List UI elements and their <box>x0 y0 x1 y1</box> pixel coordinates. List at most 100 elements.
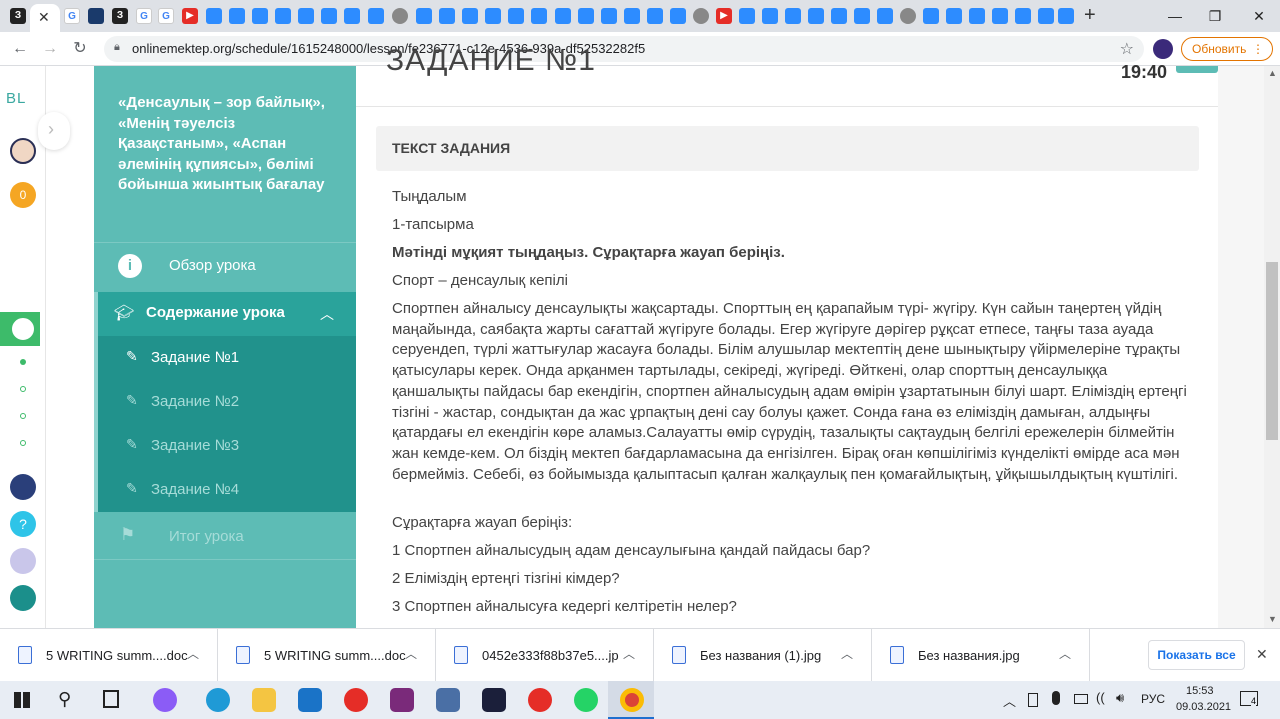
restore-icon[interactable]: ❐ <box>1200 4 1230 28</box>
zoom-tab-icon[interactable] <box>462 8 478 24</box>
task-item[interactable]: ✎ Задание №4 <box>94 468 356 512</box>
microphone-icon[interactable] <box>1052 691 1060 705</box>
clock-time[interactable]: 15:53 <box>1186 685 1214 697</box>
zoom-tab-icon[interactable] <box>252 8 268 24</box>
task-view-icon[interactable] <box>103 690 119 708</box>
zoom-tab-icon[interactable] <box>1058 8 1074 24</box>
battery-icon[interactable] <box>1074 694 1088 704</box>
zoom-tab-icon[interactable] <box>831 8 847 24</box>
close-downloads-icon[interactable]: ✕ <box>1256 646 1268 663</box>
smart-nation-icon[interactable] <box>10 474 36 500</box>
profile-avatar[interactable] <box>1153 39 1173 59</box>
yandex-icon[interactable] <box>344 688 368 712</box>
task-item[interactable]: ✎ Задание №2 <box>94 380 356 424</box>
google-tab-icon[interactable]: G <box>158 8 174 24</box>
zoom-tab-icon[interactable] <box>1015 8 1031 24</box>
zoom-tab-icon[interactable] <box>416 8 432 24</box>
tray-icon[interactable] <box>1028 693 1038 707</box>
zoom-tab-icon[interactable] <box>508 8 524 24</box>
close-icon[interactable]: ✕ <box>38 9 50 26</box>
download-item[interactable]: Без названия (1).jpg ︿ <box>654 629 872 682</box>
step-dot[interactable] <box>20 440 26 446</box>
new-tab-button[interactable]: + <box>1084 4 1096 27</box>
show-all-button[interactable]: Показать все <box>1148 640 1245 670</box>
volume-icon[interactable]: 🔊︎ <box>1116 690 1124 706</box>
url-omnibox[interactable]: 🔒︎ onlinemektep.org/schedule/1615248000/… <box>104 36 1144 62</box>
zoom-tab-icon[interactable] <box>992 8 1008 24</box>
download-item[interactable]: 0452e333f88b37e5....jp ︿ <box>436 629 654 682</box>
task-item[interactable]: ✎ Задание №1 <box>94 336 356 380</box>
zoom-tab-icon[interactable] <box>762 8 778 24</box>
overview-item[interactable]: i Обзор урока <box>94 242 356 290</box>
youtube-tab-icon[interactable]: ▶ <box>716 8 732 24</box>
chevron-up-icon[interactable]: ︿ <box>623 645 635 662</box>
youtube-tab-icon[interactable]: ▶ <box>182 8 198 24</box>
globe-tab-icon[interactable] <box>693 8 709 24</box>
download-item[interactable]: 5 WRITING summ....doc ︿ <box>218 629 436 682</box>
zoom-tab-icon[interactable] <box>298 8 314 24</box>
zoom-tab-icon[interactable] <box>785 8 801 24</box>
zoom-tab-icon[interactable] <box>808 8 824 24</box>
chevron-up-icon[interactable]: ︿ <box>405 645 417 662</box>
mail-icon[interactable] <box>298 688 322 712</box>
edge-icon[interactable] <box>206 688 230 712</box>
zoom-tab-icon[interactable] <box>485 8 501 24</box>
zoom-tab-icon[interactable] <box>229 8 245 24</box>
minimize-icon[interactable]: — <box>1160 4 1190 28</box>
zoom-tab-icon[interactable] <box>531 8 547 24</box>
window-close-icon[interactable]: ✕ <box>1244 4 1274 28</box>
language-indicator[interactable]: РУС <box>1141 692 1165 706</box>
back-icon[interactable]: ← <box>8 38 32 60</box>
windows-start-icon[interactable] <box>14 692 30 708</box>
tab-favicon[interactable] <box>88 8 104 24</box>
clock-date[interactable]: 09.03.2021 <box>1176 701 1231 713</box>
zoom-tab-icon[interactable] <box>578 8 594 24</box>
zoom-tab-icon[interactable] <box>321 8 337 24</box>
winrar-icon[interactable] <box>390 688 414 712</box>
search-icon[interactable]: ⚲ <box>58 689 71 710</box>
tray-chevron-icon[interactable]: ︿ <box>1003 691 1016 710</box>
google-tab-icon[interactable]: G <box>136 8 152 24</box>
chevron-up-icon[interactable]: ︿ <box>1059 645 1071 662</box>
zoom-tab-icon[interactable] <box>739 8 755 24</box>
zoom-tab-icon[interactable] <box>647 8 663 24</box>
avatar[interactable] <box>10 138 36 164</box>
zoom-tab-icon[interactable] <box>344 8 360 24</box>
google-tab-icon[interactable]: G <box>64 8 80 24</box>
scroll-down-icon[interactable]: ▼ <box>1268 614 1277 624</box>
zoom-tab-icon[interactable] <box>946 8 962 24</box>
step-dot[interactable] <box>20 413 26 419</box>
notification-icon[interactable]: 4 <box>1240 691 1258 706</box>
scroll-up-icon[interactable]: ▲ <box>1268 68 1277 78</box>
zoom-tab-icon[interactable] <box>275 8 291 24</box>
summary-item[interactable]: ⚑ Итог урока <box>94 514 356 560</box>
zoom-tab-icon[interactable] <box>206 8 222 24</box>
folder-icon[interactable] <box>252 688 276 712</box>
zoom-tab-icon[interactable] <box>555 8 571 24</box>
content-section-header[interactable]: 🎓︎ Содержание урока ︿ <box>94 292 356 336</box>
whatsapp-icon[interactable] <box>574 688 598 712</box>
zoom-tab-icon[interactable] <box>601 8 617 24</box>
active-tab[interactable]: ✕ <box>30 4 60 32</box>
star-icon[interactable]: ☆ <box>1120 39 1134 59</box>
reload-icon[interactable]: ↻ <box>68 38 92 60</box>
zoom-tab-icon[interactable] <box>1038 8 1054 24</box>
zoom-tab-icon[interactable] <box>439 8 455 24</box>
tab-favicon[interactable]: З <box>112 8 128 24</box>
forward-icon[interactable]: → <box>38 38 62 60</box>
download-item[interactable]: 5 WRITING summ....doc ︿ <box>0 629 218 682</box>
wifi-icon[interactable]: (( <box>1096 690 1105 705</box>
globe-tab-icon[interactable] <box>900 8 916 24</box>
update-button[interactable]: Обновить ⋮ <box>1181 37 1273 61</box>
tab-favicon[interactable]: З <box>10 8 26 24</box>
keyboard-icon[interactable] <box>10 548 36 574</box>
page-scrollbar[interactable]: ▲ ▼ <box>1264 66 1280 628</box>
step-dot[interactable] <box>20 359 26 365</box>
zoom-tab-icon[interactable] <box>854 8 870 24</box>
bilim-media-icon[interactable] <box>10 585 36 611</box>
zoom-tab-icon[interactable] <box>624 8 640 24</box>
globe-tab-icon[interactable] <box>392 8 408 24</box>
yandex-browser-icon[interactable] <box>528 688 552 712</box>
zoom-tab-icon[interactable] <box>368 8 384 24</box>
download-item[interactable]: Без названия.jpg ︿ <box>872 629 1090 682</box>
